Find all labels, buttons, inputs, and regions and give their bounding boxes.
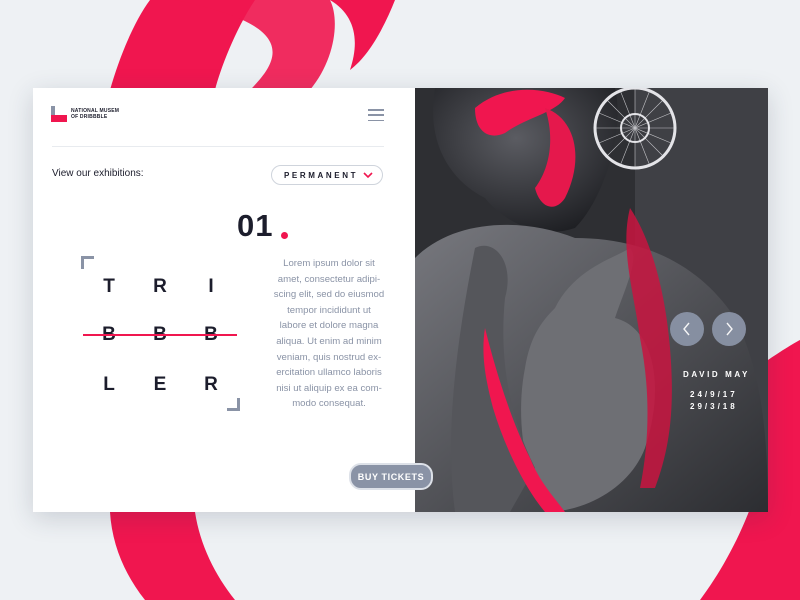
exhibitions-filter-label: View our exhibitions: — [52, 168, 144, 179]
logo-mark-icon — [51, 106, 67, 122]
exhibit-number-dot — [281, 232, 288, 239]
artist-name: DAVID MAY — [683, 370, 750, 379]
chevron-left-icon — [683, 322, 690, 336]
title-letter: R — [153, 276, 167, 297]
exhibition-panel: NATIONAL MUSEM OF DRIBBBLE View our exhi… — [33, 88, 415, 512]
exhibit-number: 01 — [237, 208, 274, 243]
exhibit-description: Lorem ipsum dolor sit amet, consectetur … — [273, 258, 385, 410]
exhibit-photo: DAVID MAY 24/9/17 29/3/18 — [415, 88, 768, 512]
title-corner-top-left — [81, 256, 94, 269]
museum-name: NATIONAL MUSEM OF DRIBBBLE — [71, 108, 131, 120]
exhibition-type-dropdown[interactable]: PERMANENT — [271, 165, 383, 185]
title-strikethrough — [83, 334, 237, 336]
exhibition-card: NATIONAL MUSEM OF DRIBBBLE View our exhi… — [33, 88, 768, 512]
title-letter: T — [103, 276, 115, 297]
museum-name-line2: OF DRIBBBLE — [71, 114, 108, 120]
chevron-right-icon — [726, 322, 733, 336]
museum-logo[interactable]: NATIONAL MUSEM OF DRIBBBLE — [51, 106, 131, 122]
title-letter: I — [208, 276, 214, 297]
exhibit-artwork-image — [415, 88, 768, 512]
dropdown-selected-value: PERMANENT — [284, 170, 359, 180]
exhibit-end-date: 29/3/18 — [690, 402, 738, 411]
previous-exhibit-button[interactable] — [670, 312, 704, 346]
title-corner-bottom-right — [227, 398, 240, 411]
chevron-down-icon — [363, 172, 373, 179]
hamburger-icon[interactable] — [368, 109, 384, 121]
title-letter: E — [153, 374, 167, 395]
header-divider — [52, 146, 384, 147]
title-letter: R — [204, 374, 218, 395]
buy-tickets-button[interactable]: BUY TICKETS — [349, 463, 433, 490]
exhibit-start-date: 24/9/17 — [690, 390, 738, 399]
title-letter: L — [103, 374, 115, 395]
next-exhibit-button[interactable] — [712, 312, 746, 346]
